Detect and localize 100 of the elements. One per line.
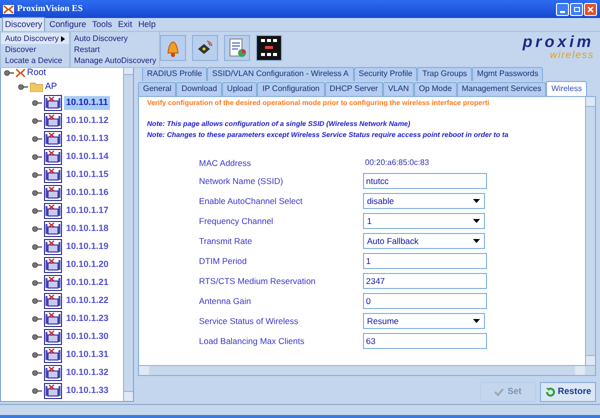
tree-node-label[interactable]: 10.10.1.12 (64, 114, 111, 128)
tab[interactable]: VLAN (382, 82, 414, 96)
device-icon (44, 275, 62, 291)
tree-node-label[interactable]: 10.10.1.32 (64, 366, 111, 380)
node-handle-icon[interactable] (32, 225, 42, 233)
minimize-button[interactable] (556, 2, 569, 16)
tab[interactable]: DHCP Server (324, 82, 383, 96)
dropdown-arrow-icon (473, 319, 480, 324)
close-icon (587, 6, 594, 12)
dropdown-field[interactable]: disable (363, 193, 485, 210)
checkmark-icon (494, 387, 504, 397)
node-handle-icon[interactable] (32, 351, 42, 359)
tree-node-label[interactable]: 10.10.1.31 (64, 348, 111, 362)
node-handle-icon[interactable] (32, 279, 42, 287)
node-handle-icon[interactable] (32, 153, 42, 161)
dropdown-field[interactable]: Resume (363, 313, 485, 330)
device-icon (44, 311, 62, 327)
tree-node-label[interactable]: AP (45, 80, 58, 94)
dropdown-arrow-icon (473, 239, 480, 244)
menu-entry[interactable]: Locate a Device (1, 55, 69, 66)
node-handle-icon[interactable] (32, 243, 42, 251)
text-field[interactable]: 63 (363, 333, 487, 350)
field-label: Enable AutoChannel Select (199, 194, 304, 208)
device-icon (44, 185, 62, 201)
field-label: DTIM Period (199, 254, 248, 268)
close-button[interactable] (584, 2, 597, 16)
tree-node-label[interactable]: 10.10.1.30 (64, 330, 111, 344)
tab[interactable]: Download (176, 82, 222, 96)
node-handle-icon[interactable] (32, 333, 42, 341)
text-field[interactable]: ntutcc (363, 173, 487, 190)
restore-window-button[interactable] (570, 2, 583, 16)
device-icon (44, 221, 62, 237)
tab[interactable]: SSID/VLAN Configuration - Wireless A (207, 66, 354, 81)
tree-node-label[interactable]: 10.10.1.20 (64, 258, 111, 272)
node-handle-icon[interactable] (32, 261, 42, 269)
node-handle-icon[interactable] (32, 315, 42, 323)
device-icon (44, 95, 62, 111)
router-wifi-icon[interactable] (192, 35, 218, 61)
tree-node-label[interactable]: 10.10.1.23 (64, 312, 111, 326)
bell-icon[interactable] (160, 35, 186, 61)
tree-node-label[interactable]: 10.10.1.18 (64, 222, 111, 236)
menu-entry[interactable]: Auto Discovery (71, 33, 159, 44)
node-handle-icon[interactable] (32, 387, 42, 395)
node-handle-icon[interactable] (32, 297, 42, 305)
node-handle-icon[interactable] (32, 369, 42, 377)
tab[interactable]: Op Mode (414, 82, 457, 96)
tab[interactable]: General (138, 82, 176, 96)
tree-node-label[interactable]: 10.10.1.17 (64, 204, 111, 218)
tree-node-label[interactable]: 10.10.1.16 (64, 186, 111, 200)
menu-entry[interactable]: Discover (1, 44, 69, 55)
node-handle-icon[interactable] (32, 171, 42, 179)
vertical-scrollbar[interactable] (585, 96, 595, 365)
tab[interactable]: Wireless (546, 80, 588, 96)
tree-node-label[interactable]: 10.10.1.15 (64, 168, 111, 182)
dropdown-field[interactable]: 1 (363, 213, 485, 230)
tree-node-label[interactable]: 10.10.1.19 (64, 240, 111, 254)
restore-button[interactable]: Restore (540, 382, 596, 402)
tree-node-label[interactable]: 10.10.1.33 (64, 384, 111, 398)
node-handle-icon[interactable] (32, 189, 42, 197)
menu-item[interactable]: Help (136, 18, 158, 31)
menu-entry[interactable]: Manage AutoDiscovery (71, 55, 159, 66)
horizontal-scrollbar[interactable] (139, 365, 595, 375)
node-handle-icon[interactable] (32, 135, 42, 143)
device-icon (44, 203, 62, 219)
report-chart-icon[interactable] (224, 35, 250, 61)
text-field[interactable]: 1 (363, 253, 487, 270)
tab[interactable]: Management Services (456, 82, 546, 96)
window-title: ProximVision ES (17, 2, 83, 16)
menu-entry[interactable]: Restart (71, 44, 159, 55)
text-field[interactable]: 0 (363, 293, 487, 310)
menu-item[interactable]: Tools (90, 18, 114, 31)
device-icon (44, 383, 62, 399)
network-diagram-icon[interactable] (256, 35, 282, 61)
device-icon (44, 239, 62, 255)
node-handle-icon[interactable] (4, 69, 14, 77)
node-handle-icon[interactable] (18, 83, 28, 91)
tab[interactable]: RADIUS Profile (142, 66, 208, 81)
tree-node-label[interactable]: 10.10.1.14 (64, 150, 111, 164)
vertical-scrollbar[interactable] (123, 65, 133, 401)
tree-node-label[interactable]: 10.10.1.13 (64, 132, 111, 146)
node-handle-icon[interactable] (32, 99, 42, 107)
tab[interactable]: Upload (222, 82, 258, 96)
tree-node-label[interactable]: 10.10.1.11 (64, 96, 110, 110)
dropdown-field[interactable]: Auto Fallback (363, 233, 485, 250)
tab[interactable]: Security Profile (354, 66, 418, 81)
tree-node-label[interactable]: Root (27, 66, 46, 80)
menu-item[interactable]: Exit (116, 18, 134, 31)
menu-item[interactable]: Discovery (2, 17, 46, 32)
menu-entry[interactable]: Auto Discovery (1, 33, 69, 44)
tree-node-label[interactable]: 10.10.1.22 (64, 294, 111, 308)
menu-item[interactable]: Configure (47, 18, 88, 31)
tree-node-label[interactable]: 10.10.1.21 (64, 276, 111, 290)
tab[interactable]: Mgmt Passwords (472, 66, 544, 81)
logo: proxim wireless (522, 35, 595, 61)
node-handle-icon[interactable] (32, 117, 42, 125)
text-field[interactable]: 2347 (363, 273, 487, 290)
tab[interactable]: IP Configuration (257, 82, 325, 96)
node-handle-icon[interactable] (32, 207, 42, 215)
tab[interactable]: Trap Groups (417, 66, 472, 81)
device-icon (44, 131, 62, 147)
